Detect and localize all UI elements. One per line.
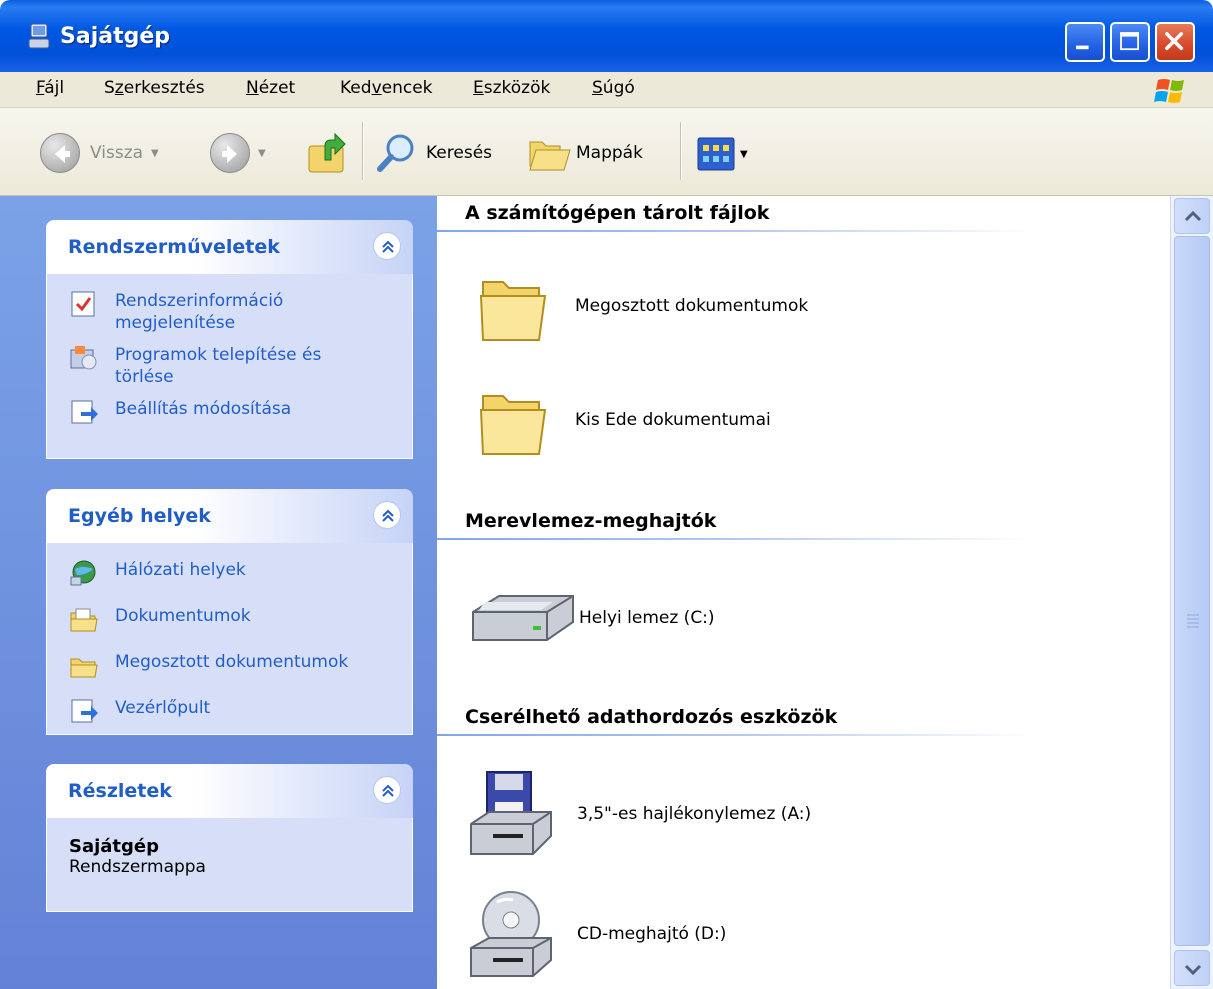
add-remove-programs-icon bbox=[70, 346, 97, 370]
task-change-setting[interactable]: Beállítás módosítása bbox=[69, 398, 402, 426]
folders-button[interactable]: Mappák bbox=[528, 132, 643, 174]
collapse-icon[interactable] bbox=[373, 776, 401, 804]
control-panel-icon bbox=[71, 400, 98, 424]
menu-bar: Fájl Szerkesztés Nézet Kedvencek Eszközö… bbox=[0, 72, 1213, 108]
section-divider bbox=[437, 230, 1037, 232]
place-network[interactable]: Hálózati helyek bbox=[69, 559, 402, 587]
folder-icon bbox=[70, 658, 98, 678]
search-button[interactable]: Keresés bbox=[376, 132, 492, 174]
window-title: Sajátgép bbox=[60, 24, 171, 49]
folders-icon bbox=[529, 141, 571, 171]
chevron-down-icon bbox=[1184, 964, 1202, 976]
collapse-icon[interactable] bbox=[373, 501, 401, 529]
details-name: Sajátgép bbox=[69, 836, 160, 857]
cd-drive-icon bbox=[470, 891, 552, 977]
search-label: Keresés bbox=[426, 143, 493, 163]
section-title-removable: Cserélhető adathordozós eszközök bbox=[465, 706, 838, 728]
chevron-up-icon bbox=[1184, 210, 1202, 222]
list-item[interactable]: Kis Ede dokumentumai bbox=[477, 380, 771, 460]
minimize-button[interactable] bbox=[1065, 22, 1105, 62]
scroll-down-button[interactable] bbox=[1174, 950, 1210, 986]
details-type: Rendszermappa bbox=[69, 857, 206, 877]
windows-logo-icon bbox=[1154, 79, 1184, 103]
folders-label: Mappák bbox=[576, 143, 643, 163]
back-dropdown-icon[interactable]: ▼ bbox=[151, 148, 159, 159]
maximize-button[interactable] bbox=[1110, 22, 1150, 62]
list-item[interactable]: Helyi lemez (C:) bbox=[469, 588, 715, 648]
list-item[interactable]: 3,5"-es hajlékonylemez (A:) bbox=[469, 768, 811, 860]
forward-dropdown-icon[interactable]: ▼ bbox=[258, 148, 266, 159]
system-tasks-header[interactable]: Rendszerműveletek bbox=[46, 220, 413, 274]
toolbar-separator bbox=[680, 122, 681, 180]
other-places-title: Egyéb helyek bbox=[68, 505, 211, 527]
place-documents[interactable]: Dokumentumok bbox=[69, 605, 402, 633]
scroll-thumb[interactable] bbox=[1174, 236, 1210, 946]
floppy-drive-icon bbox=[470, 771, 552, 855]
details-title: Részletek bbox=[68, 780, 172, 802]
place-control-panel[interactable]: Vezérlőpult bbox=[69, 697, 402, 725]
menu-favorites[interactable]: Kedvencek bbox=[340, 78, 433, 98]
content-pane: A számítógépen tárolt fájlok Megosztott … bbox=[437, 196, 1170, 989]
other-places-header[interactable]: Egyéb helyek bbox=[46, 489, 413, 543]
maximize-icon bbox=[1120, 32, 1139, 51]
close-button[interactable] bbox=[1155, 22, 1195, 62]
task-pane: Rendszerműveletek Rendszerinformáció megj… bbox=[0, 196, 437, 989]
other-places-panel: Egyéb helyek Hálózati helyek Dokumentumo… bbox=[46, 489, 413, 735]
forward-arrow-icon bbox=[210, 133, 250, 173]
list-item[interactable]: Megosztott dokumentumok bbox=[477, 266, 808, 346]
folder-icon bbox=[479, 281, 547, 341]
section-divider bbox=[437, 734, 1037, 736]
computer-icon bbox=[28, 23, 50, 49]
section-title-stored-files: A számítógépen tárolt fájlok bbox=[465, 202, 770, 224]
title-bar[interactable]: Sajátgép bbox=[0, 0, 1213, 72]
forward-button[interactable]: ▼ bbox=[210, 133, 266, 173]
list-item[interactable]: CD-meghajtó (D:) bbox=[469, 886, 726, 982]
views-icon bbox=[697, 137, 735, 171]
back-button[interactable]: Vissza ▼ bbox=[40, 133, 159, 173]
section-title-hard-drives: Merevlemez-meghajtók bbox=[465, 510, 717, 532]
back-label: Vissza bbox=[90, 143, 144, 163]
task-add-remove-programs[interactable]: Programok telepítése és törlése bbox=[69, 344, 402, 388]
my-computer-window: Sajátgép Fájl Szerkesztés Nézet Kedvence… bbox=[0, 0, 1213, 989]
folder-icon bbox=[479, 395, 547, 455]
collapse-icon[interactable] bbox=[373, 232, 401, 260]
scroll-up-button[interactable] bbox=[1174, 198, 1210, 234]
views-button[interactable]: ▼ bbox=[696, 136, 748, 172]
details-header[interactable]: Részletek bbox=[46, 764, 413, 818]
up-folder-icon[interactable] bbox=[305, 130, 349, 176]
grip-icon bbox=[1187, 614, 1199, 628]
menu-tools[interactable]: Eszközök bbox=[473, 78, 550, 98]
close-icon bbox=[1165, 32, 1184, 51]
system-tasks-panel: Rendszerműveletek Rendszerinformáció megj… bbox=[46, 220, 413, 459]
section-divider bbox=[437, 538, 1037, 540]
details-panel: Részletek Sajátgép Rendszermappa bbox=[46, 764, 413, 912]
network-places-icon bbox=[70, 560, 96, 586]
task-system-info[interactable]: Rendszerinformáció megjelenítése bbox=[69, 290, 402, 334]
search-icon bbox=[377, 134, 414, 172]
menu-edit[interactable]: Szerkesztés bbox=[104, 78, 205, 98]
views-dropdown-icon[interactable]: ▼ bbox=[740, 149, 748, 160]
vertical-scrollbar[interactable] bbox=[1170, 196, 1213, 989]
system-info-icon bbox=[71, 291, 95, 317]
toolbar-separator bbox=[362, 122, 363, 180]
minimize-icon bbox=[1076, 45, 1089, 50]
menu-help[interactable]: Súgó bbox=[592, 78, 635, 98]
place-shared-documents[interactable]: Megosztott dokumentumok bbox=[69, 651, 402, 679]
back-arrow-icon bbox=[40, 133, 80, 173]
hard-drive-icon bbox=[472, 595, 574, 641]
system-tasks-title: Rendszerműveletek bbox=[68, 236, 280, 258]
menu-view[interactable]: Nézet bbox=[246, 78, 295, 98]
control-panel-icon bbox=[71, 699, 98, 723]
menu-file[interactable]: Fájl bbox=[36, 78, 64, 98]
documents-icon bbox=[70, 608, 98, 632]
